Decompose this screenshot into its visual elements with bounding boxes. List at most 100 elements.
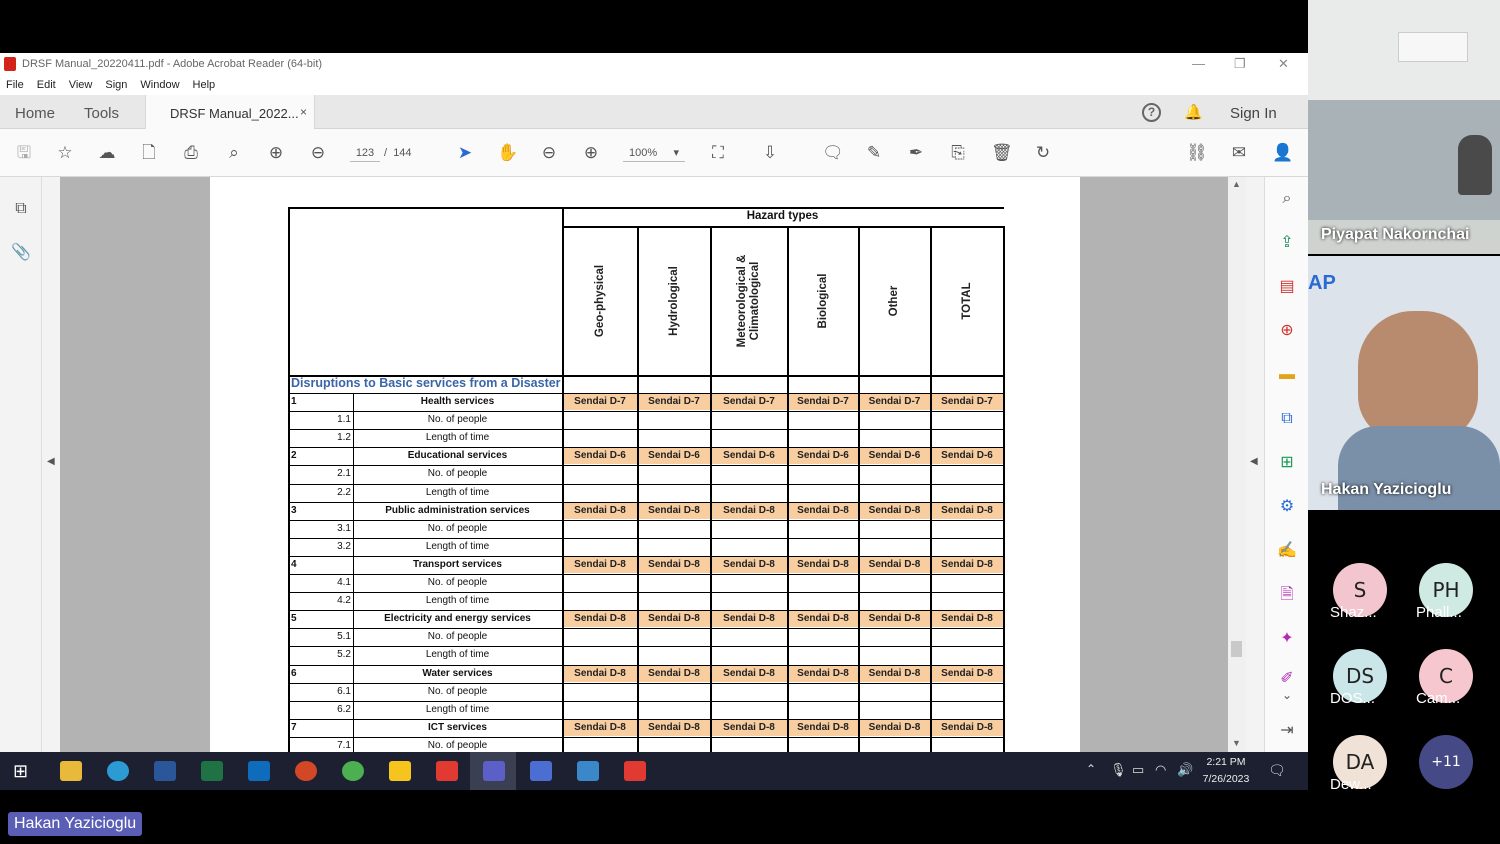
scroll-up-icon[interactable]: ▲ — [1232, 179, 1241, 189]
stamp-icon[interactable]: ⎘ — [948, 143, 968, 163]
tray-chevron-icon[interactable]: ⌃ — [1086, 762, 1096, 776]
create-pdf-tool-icon[interactable]: ⊕ — [1277, 321, 1297, 341]
calculator-icon[interactable] — [530, 761, 552, 781]
row-number: 5 — [291, 613, 297, 625]
hand-tool-icon[interactable]: ✋ — [497, 143, 518, 163]
menu-window[interactable]: Window — [140, 79, 179, 91]
bell-icon[interactable]: 🔔 — [1184, 103, 1203, 121]
restore-icon[interactable]: ❐ — [1234, 56, 1246, 72]
sendai-code-cell: Sendai D-8 — [638, 665, 710, 682]
sendai-code-cell: Sendai D-8 — [859, 611, 930, 628]
export-pdf-icon[interactable]: ⇪ — [1277, 233, 1297, 253]
email-icon[interactable]: ✉ — [1229, 143, 1249, 163]
collapse-right-icon[interactable]: ◀ — [1250, 456, 1258, 467]
sendai-code-cell: Sendai D-8 — [638, 719, 710, 736]
comment-tool-icon[interactable]: ▬ — [1277, 365, 1297, 385]
scroll-thumb[interactable] — [1231, 641, 1242, 657]
fill-sign-icon[interactable]: ✍ — [1277, 541, 1297, 561]
sub-row-label: No. of people — [427, 739, 488, 751]
collapse-left-icon[interactable]: ◀ — [47, 456, 55, 467]
scroll-down-icon[interactable]: ▼ — [1232, 738, 1241, 748]
volume-icon[interactable]: 🔊 — [1177, 762, 1193, 778]
clock[interactable]: 2:21 PM 7/26/2023 — [1200, 756, 1252, 785]
close-window-icon[interactable]: ✕ — [1278, 56, 1289, 72]
service-label: Public administration services — [385, 504, 530, 516]
fit-page-icon[interactable]: ⛶ — [708, 143, 728, 163]
save-icon[interactable]: 🖫 — [14, 143, 34, 163]
scroll-mode-icon[interactable]: ⇩ — [760, 143, 780, 163]
chrome-icon[interactable] — [342, 761, 364, 781]
scan-icon[interactable]: ⚙ — [1277, 497, 1297, 517]
zoom-select[interactable]: 100% ▾ — [623, 144, 685, 162]
delete-icon[interactable]: 🗑 — [991, 143, 1013, 163]
microphone-icon[interactable]: 🎙 — [1110, 762, 1127, 778]
share-user-icon[interactable]: 👤 — [1272, 143, 1293, 163]
page-number-input[interactable]: 123 — [350, 144, 380, 162]
page-down-icon[interactable]: ⊖ — [308, 143, 328, 163]
page-up-icon[interactable]: ⊕ — [266, 143, 286, 163]
help-icon[interactable]: ? — [1142, 103, 1161, 122]
rotate-icon[interactable]: ↻ — [1033, 143, 1053, 163]
video-tile-2[interactable]: AP Hakan Yazicioglu — [1308, 256, 1500, 510]
column-border — [930, 226, 932, 752]
create-pdf-icon[interactable]: 🗋 — [139, 143, 159, 163]
notifications-icon[interactable]: 🗨 — [1268, 762, 1286, 779]
comment-icon[interactable]: 🗨 — [822, 143, 844, 163]
windows-start-icon[interactable]: ⊞ — [13, 761, 35, 781]
print-icon[interactable]: ⎙ — [181, 143, 201, 163]
sub-row-number: 4.2 — [337, 595, 351, 607]
collapse-panel-icon[interactable]: ⇥ — [1277, 721, 1297, 741]
zoom-in-icon[interactable]: ⊕ — [581, 143, 601, 163]
select-cursor-icon[interactable]: ➤ — [455, 143, 475, 163]
edge-icon[interactable] — [107, 761, 129, 781]
sticky-notes-icon[interactable] — [389, 761, 411, 781]
video-tile-1[interactable]: Piyapat Nakornchai — [1308, 0, 1500, 254]
teams-icon[interactable] — [483, 761, 505, 781]
request-signature-icon[interactable]: ✦ — [1277, 629, 1297, 649]
word-icon[interactable] — [154, 761, 176, 781]
acrobat-taskbar-icon-2[interactable] — [624, 761, 646, 781]
battery-icon[interactable]: ▭ — [1132, 762, 1144, 778]
pages-thumbnail-icon[interactable]: ⧉ — [11, 199, 31, 219]
tab-home[interactable]: Home — [15, 105, 55, 122]
outlook-icon[interactable] — [248, 761, 270, 781]
excel-icon[interactable] — [201, 761, 223, 781]
organize-pages-icon[interactable]: ▤ — [1277, 277, 1297, 297]
combine-files-icon[interactable]: ⧉ — [1277, 409, 1297, 429]
star-icon[interactable]: ☆ — [55, 143, 75, 163]
draw-icon[interactable]: ✒ — [906, 143, 926, 163]
compress-icon[interactable]: ⊞ — [1277, 453, 1297, 473]
minimize-icon[interactable]: — — [1192, 56, 1205, 71]
sub-row-label: Length of time — [425, 649, 490, 661]
menu-file[interactable]: File — [6, 79, 24, 91]
acrobat-taskbar-icon[interactable] — [436, 761, 458, 781]
close-tab-icon[interactable]: × — [300, 105, 307, 119]
file-explorer-icon[interactable] — [60, 761, 82, 781]
menu-sign[interactable]: Sign — [105, 79, 127, 91]
search-zoom-icon[interactable]: ⌕ — [1277, 189, 1297, 209]
air-conditioner — [1398, 32, 1468, 62]
protect-icon[interactable]: 🗎 — [1277, 585, 1297, 605]
menu-help[interactable]: Help — [193, 79, 216, 91]
menu-edit[interactable]: Edit — [37, 79, 56, 91]
attachment-icon[interactable]: 📎 — [11, 243, 31, 263]
sign-in-button[interactable]: Sign In — [1230, 105, 1277, 122]
wifi-icon[interactable]: ◠ — [1155, 762, 1166, 778]
tab-tools[interactable]: Tools — [84, 105, 119, 122]
highlight-icon[interactable]: ✎ — [864, 143, 884, 163]
more-participants-button[interactable]: +11 — [1419, 735, 1473, 789]
menu-view[interactable]: View — [69, 79, 93, 91]
upload-icon[interactable]: ☁ — [97, 143, 117, 163]
zoom-search-icon[interactable]: ⌕ — [224, 143, 244, 163]
clock-date: 7/26/2023 — [1202, 773, 1250, 785]
vertical-scrollbar[interactable]: ▲ ▼ — [1228, 177, 1246, 752]
zoom-out-icon[interactable]: ⊖ — [539, 143, 559, 163]
powerpoint-icon[interactable] — [295, 761, 317, 781]
link-icon[interactable]: ⛓ — [1186, 143, 1208, 163]
tab-document[interactable]: DRSF Manual_2022... × — [145, 95, 315, 129]
row-number: 2 — [291, 450, 297, 462]
num-column-border — [353, 393, 354, 752]
expand-down-icon[interactable]: ⌄ — [1277, 685, 1297, 705]
photos-icon[interactable] — [577, 761, 599, 781]
row-border — [288, 610, 1004, 612]
